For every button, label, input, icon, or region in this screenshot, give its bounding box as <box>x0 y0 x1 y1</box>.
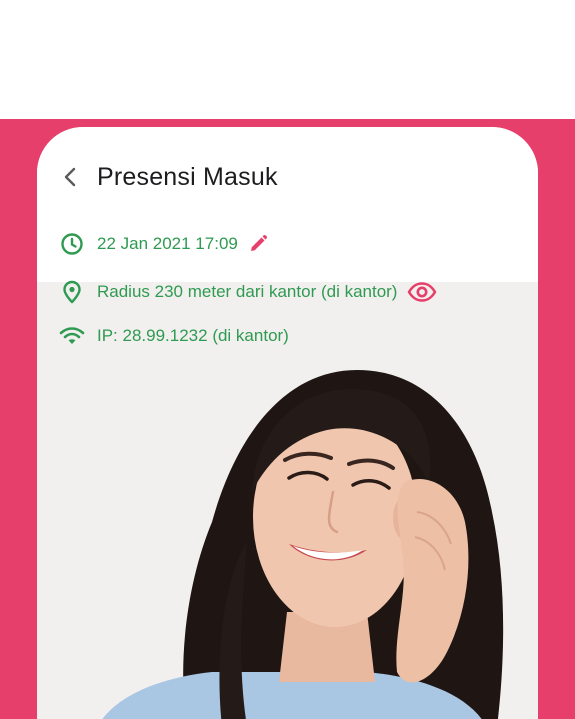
datetime-row: 22 Jan 2021 17:09 <box>59 231 268 257</box>
clock-icon <box>59 231 85 257</box>
ip-row: IP: 28.99.1232 (di kantor) <box>59 323 289 349</box>
eye-icon <box>408 282 437 302</box>
wifi-icon <box>59 323 85 349</box>
pencil-icon <box>250 234 267 251</box>
page-title: Presensi Masuk <box>97 162 278 191</box>
screen: Presensi Masuk 22 Jan 2021 17:09 Radius … <box>0 0 575 719</box>
back-button[interactable] <box>55 157 85 197</box>
phone-frame: Presensi Masuk 22 Jan 2021 17:09 Radius … <box>37 127 538 719</box>
view-location-button[interactable] <box>407 281 437 303</box>
header-area <box>37 127 538 282</box>
location-row: Radius 230 meter dari kantor (di kantor) <box>59 279 437 305</box>
datetime-text: 22 Jan 2021 17:09 <box>97 234 238 253</box>
edit-datetime-button[interactable] <box>248 234 268 254</box>
radius-text: Radius 230 meter dari kantor (di kantor) <box>97 282 398 301</box>
ip-text: IP: 28.99.1232 (di kantor) <box>97 326 289 345</box>
app-header: Presensi Masuk <box>37 157 278 197</box>
map-pin-icon <box>59 279 85 305</box>
chevron-left-icon <box>64 167 76 187</box>
